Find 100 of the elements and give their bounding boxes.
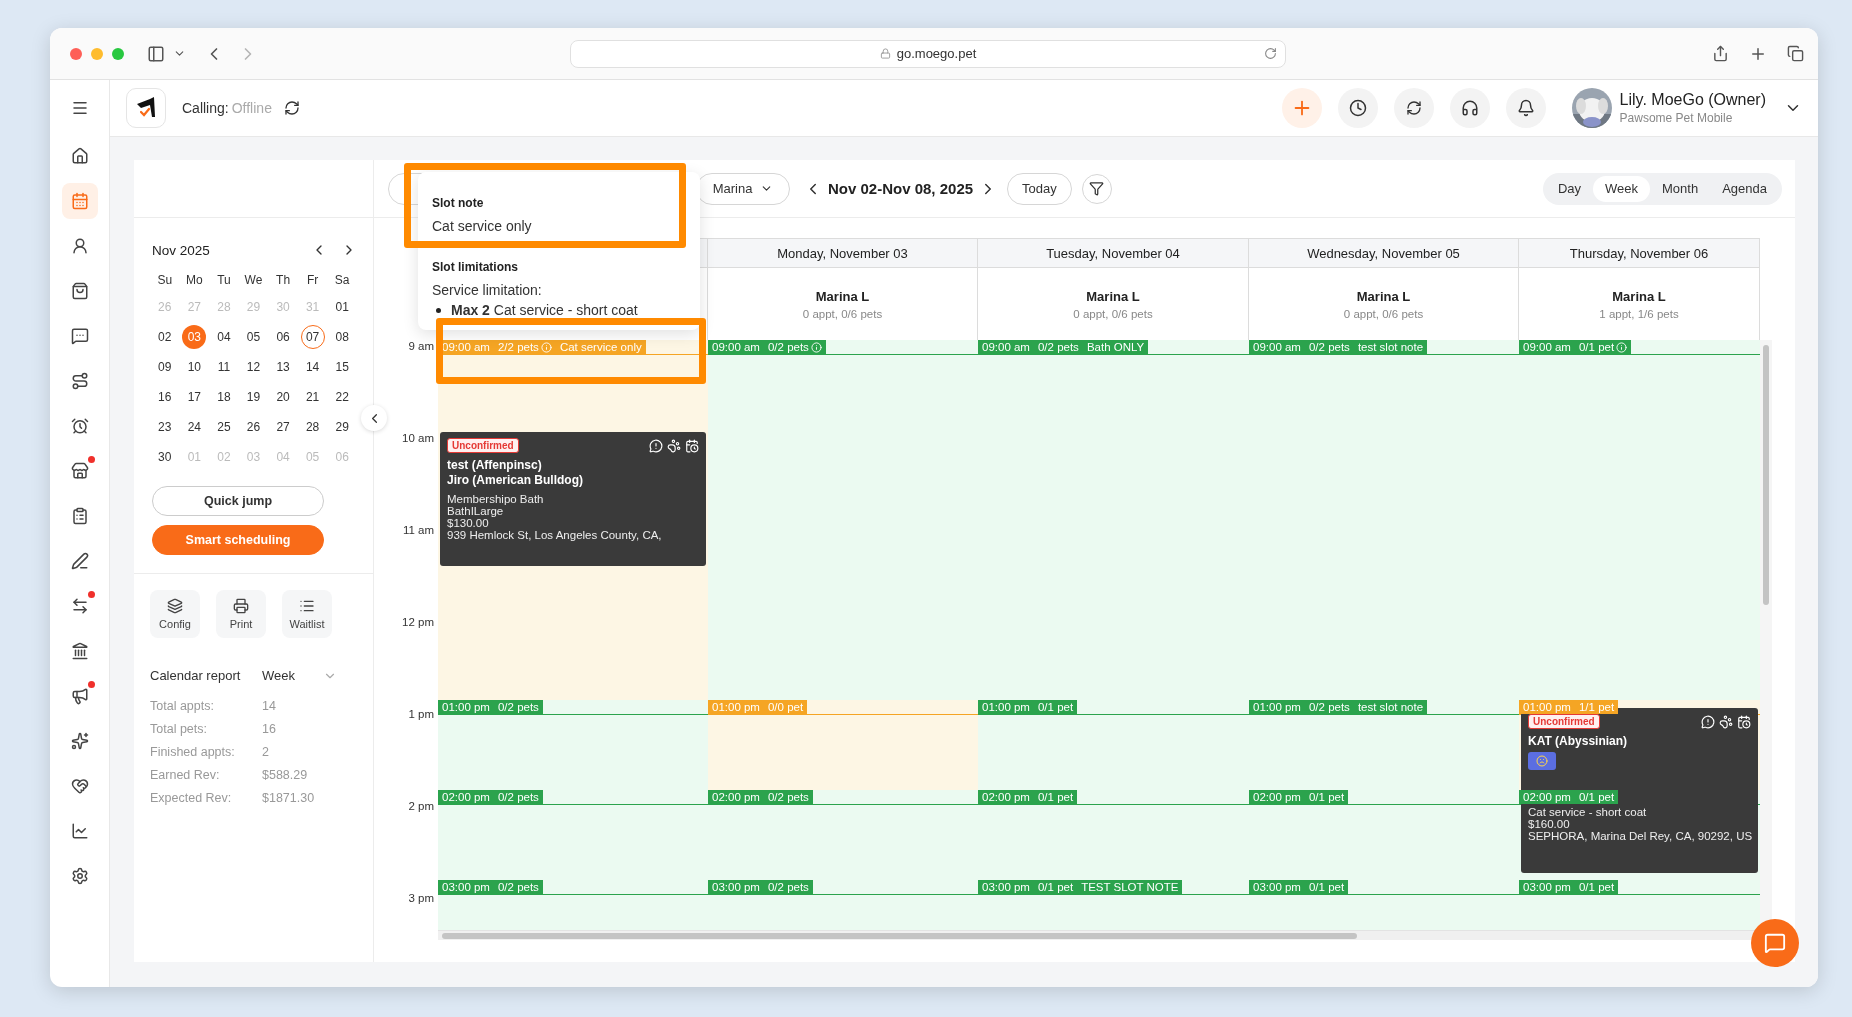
user-name: Lily. MoeGo (Owner) bbox=[1619, 91, 1766, 109]
calendar-day[interactable]: 22 bbox=[330, 385, 355, 409]
calendar-day[interactable]: 10 bbox=[182, 355, 207, 379]
headset-button[interactable] bbox=[1449, 88, 1490, 128]
calendar-day[interactable]: 30 bbox=[152, 445, 177, 469]
stat-label: Expected Rev: bbox=[150, 791, 233, 805]
calling-label: Calling: bbox=[182, 100, 229, 116]
filter-icon bbox=[1089, 181, 1105, 196]
time-label: 9 am bbox=[407, 340, 435, 354]
bag-icon bbox=[70, 282, 89, 300]
stat-value: $1871.30 bbox=[262, 791, 316, 805]
calendar-day[interactable]: 24 bbox=[182, 415, 207, 439]
calendar-day[interactable]: 05 bbox=[241, 325, 266, 349]
calling-status: Offline bbox=[231, 100, 272, 116]
calendar-day[interactable]: 08 bbox=[330, 325, 355, 349]
headset-icon bbox=[1460, 99, 1479, 117]
notification-button[interactable] bbox=[1505, 88, 1546, 128]
appointment-card[interactable]: Unconfirmed test (Affenpinsc) Jiro (American Bulldog) Membershipo Bath BathILarge $130.00 939 Hemlock St, Los Angeles County, CA, bbox=[440, 432, 706, 566]
view-tab[interactable]: Week bbox=[1593, 175, 1651, 202]
time-label: 2 pm bbox=[407, 800, 435, 814]
add-button[interactable] bbox=[1281, 88, 1322, 128]
calendar-day[interactable]: 13 bbox=[271, 355, 296, 379]
weekday-label: Su bbox=[156, 272, 174, 289]
alert-message-icon bbox=[1701, 714, 1715, 729]
limitation-item: Max 2 Cat service - short coat bbox=[451, 302, 638, 318]
time-label: 10 am bbox=[401, 432, 435, 446]
calendar-day[interactable]: 26 bbox=[241, 415, 266, 439]
share-icon[interactable] bbox=[1712, 45, 1729, 62]
calendar-day[interactable]: 27 bbox=[271, 415, 296, 439]
calendar-day[interactable]: 16 bbox=[152, 385, 177, 409]
day-title: Monday, November 03 bbox=[777, 245, 908, 261]
sync-button[interactable] bbox=[1393, 88, 1434, 128]
calendar-day[interactable]: 21 bbox=[300, 385, 325, 409]
calendar-day[interactable]: 29 bbox=[330, 415, 355, 439]
calendar-day[interactable]: 17 bbox=[182, 385, 207, 409]
tabs-icon[interactable] bbox=[1787, 45, 1804, 62]
bell-icon bbox=[1516, 99, 1535, 117]
report-title: Calendar report bbox=[150, 668, 242, 683]
pet-name: KAT (Abyssinian) bbox=[1528, 734, 1629, 748]
day-title: Tuesday, November 04 bbox=[1046, 245, 1180, 261]
filter-button[interactable] bbox=[1081, 173, 1112, 204]
stat-value: 16 bbox=[262, 722, 277, 736]
weekday-label: Tu bbox=[216, 272, 232, 289]
horizontal-scrollbar[interactable] bbox=[442, 933, 1357, 939]
reload-icon[interactable] bbox=[1264, 46, 1277, 60]
calendar-day[interactable]: 20 bbox=[271, 385, 296, 409]
status-badge: Unconfirmed bbox=[447, 438, 519, 453]
heart-hands-icon bbox=[70, 777, 89, 795]
home-icon bbox=[70, 147, 89, 165]
chat-icon bbox=[70, 327, 89, 345]
stat-value: 2 bbox=[262, 745, 270, 759]
calendar-clock-icon bbox=[685, 438, 699, 453]
day-title: Wednesday, November 05 bbox=[1307, 245, 1460, 261]
calendar-day[interactable]: 02 bbox=[152, 325, 177, 349]
limitation-label: Service limitation: bbox=[432, 282, 543, 298]
calendar-day[interactable]: 14 bbox=[300, 355, 325, 379]
appointment-detail: Membershipo Bath bbox=[447, 493, 545, 505]
stat-value: 14 bbox=[262, 699, 277, 713]
staff-summary: 1 appt, 1/6 pets bbox=[1599, 307, 1679, 320]
time-label: 12 pm bbox=[401, 616, 435, 630]
refresh-icon[interactable] bbox=[283, 100, 300, 116]
today-button[interactable]: Today bbox=[1007, 172, 1072, 205]
alert-message-icon bbox=[649, 438, 663, 453]
printer-icon bbox=[233, 598, 249, 614]
view-tab[interactable]: Month bbox=[1650, 175, 1711, 202]
view-tab[interactable]: Agenda bbox=[1710, 175, 1779, 202]
period-dropdown[interactable]: Week bbox=[262, 668, 337, 683]
tool-button[interactable]: Waitlist bbox=[282, 590, 332, 638]
calendar-day[interactable]: 01 bbox=[330, 295, 355, 319]
status-badge: Unconfirmed bbox=[1528, 714, 1600, 729]
calendar-day[interactable]: 09 bbox=[152, 355, 177, 379]
bank-icon bbox=[70, 642, 89, 660]
calendar-day[interactable]: 15 bbox=[330, 355, 355, 379]
notification-dot bbox=[87, 591, 95, 598]
url-text: go.moego.pet bbox=[896, 46, 977, 61]
calendar-icon bbox=[70, 192, 89, 210]
calendar-day[interactable]: 28 bbox=[300, 415, 325, 439]
tool-button[interactable]: Print bbox=[216, 590, 266, 638]
time-label: 3 pm bbox=[407, 892, 435, 906]
calendar-day[interactable]: 23 bbox=[152, 415, 177, 439]
close-button[interactable] bbox=[70, 47, 82, 60]
vertical-scrollbar[interactable] bbox=[1763, 345, 1769, 605]
clock-button[interactable] bbox=[1337, 88, 1378, 128]
collapse-button[interactable] bbox=[361, 405, 387, 431]
bullet-icon bbox=[436, 307, 441, 313]
calendar-day[interactable]: 06 bbox=[271, 325, 296, 349]
view-tab[interactable]: Day bbox=[1545, 175, 1594, 202]
calendar-day[interactable]: 25 bbox=[211, 415, 236, 439]
quick-jump-button[interactable]: Quick jump bbox=[152, 486, 324, 516]
calendar-day[interactable]: 04 bbox=[211, 325, 236, 349]
calendar-day[interactable]: 19 bbox=[241, 385, 266, 409]
sidebar-icon[interactable] bbox=[147, 44, 165, 63]
pet-name: Jiro (American Bulldog) bbox=[447, 473, 584, 487]
notification-dot bbox=[87, 456, 95, 463]
calendar-day[interactable]: 11 bbox=[211, 355, 236, 379]
tool-button[interactable]: Config bbox=[150, 590, 200, 638]
calendar-day[interactable]: 12 bbox=[241, 355, 266, 379]
calendar-day[interactable]: 18 bbox=[211, 385, 236, 409]
paw-icon bbox=[667, 438, 681, 453]
address-bar[interactable]: go.moego.pet bbox=[570, 39, 1286, 68]
